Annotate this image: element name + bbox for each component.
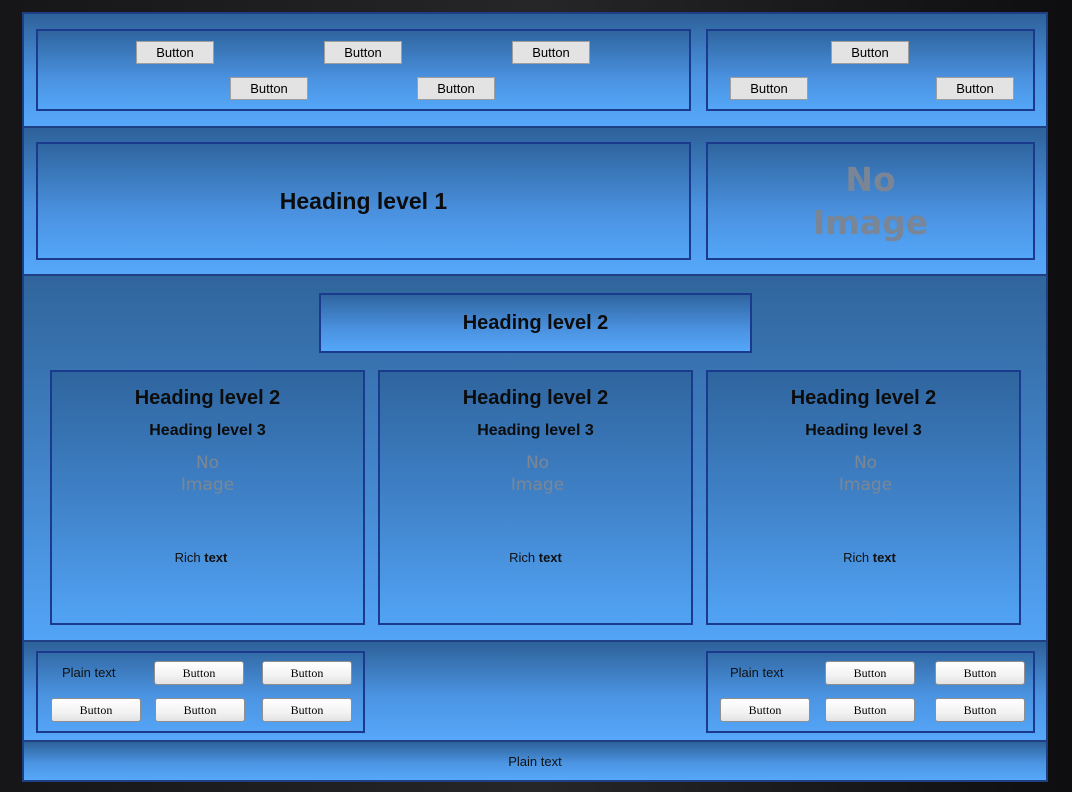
header-button[interactable]: Button	[324, 41, 402, 64]
card-heading: Heading level 2	[462, 387, 609, 409]
section-heading-panel: Heading level 2	[319, 293, 752, 353]
toolbar-button[interactable]: Button	[262, 698, 352, 722]
toolbar-button[interactable]: Button	[720, 698, 810, 722]
toolbar-button[interactable]: Button	[825, 661, 915, 685]
card-rich-text: Rich text	[509, 550, 562, 565]
header-button[interactable]: Button	[136, 41, 214, 64]
hero-heading-panel: Heading level 1	[36, 142, 691, 260]
no-image-text: Image	[510, 475, 565, 495]
section-heading: Heading level 2	[462, 311, 609, 334]
no-image-text: No	[195, 453, 220, 473]
toolbar-button[interactable]: Button	[154, 661, 244, 685]
content-card: Heading level 2 Heading level 3 No Image…	[50, 370, 365, 625]
header-right-button[interactable]: Button	[936, 77, 1014, 100]
card-rich-text: Rich text	[174, 550, 228, 565]
hero-image-placeholder: No Image	[706, 142, 1035, 260]
card-image-placeholder: No Image	[380, 452, 695, 496]
toolbar-button[interactable]: Button	[262, 661, 352, 685]
toolbar-left-label: Plain text	[62, 665, 116, 680]
header-button[interactable]: Button	[230, 77, 308, 100]
card-subheading: Heading level 3	[149, 422, 266, 439]
no-image-text: Image	[180, 475, 235, 495]
header-right-button[interactable]: Button	[730, 77, 808, 100]
toolbar-button[interactable]: Button	[155, 698, 245, 722]
header-button[interactable]: Button	[512, 41, 590, 64]
header-button[interactable]: Button	[417, 77, 495, 100]
footer-text: Plain text	[508, 753, 562, 769]
no-image-text: Image	[838, 475, 893, 495]
card-heading: Heading level 2	[790, 387, 937, 409]
content-card: Heading level 2 Heading level 3 No Image…	[706, 370, 1021, 625]
toolbar-button[interactable]: Button	[51, 698, 141, 722]
no-image-text: No	[525, 453, 550, 473]
no-image-text: No	[853, 453, 878, 473]
header-right-button[interactable]: Button	[831, 41, 909, 64]
card-rich-text: Rich text	[843, 550, 896, 565]
no-image-text: Image	[813, 203, 928, 242]
toolbar-right-label: Plain text	[730, 665, 784, 680]
footer-band: Plain text	[24, 742, 1046, 780]
content-card: Heading level 2 Heading level 3 No Image…	[378, 370, 693, 625]
card-subheading: Heading level 3	[805, 422, 922, 439]
page-title: Heading level 1	[279, 187, 448, 214]
no-image-text: No	[845, 160, 896, 199]
card-heading: Heading level 2	[134, 387, 281, 409]
toolbar-button[interactable]: Button	[935, 661, 1025, 685]
toolbar-button[interactable]: Button	[825, 698, 915, 722]
card-image-placeholder: No Image	[52, 452, 363, 496]
toolbar-button[interactable]: Button	[935, 698, 1025, 722]
card-subheading: Heading level 3	[477, 422, 594, 439]
card-image-placeholder: No Image	[708, 452, 1023, 496]
